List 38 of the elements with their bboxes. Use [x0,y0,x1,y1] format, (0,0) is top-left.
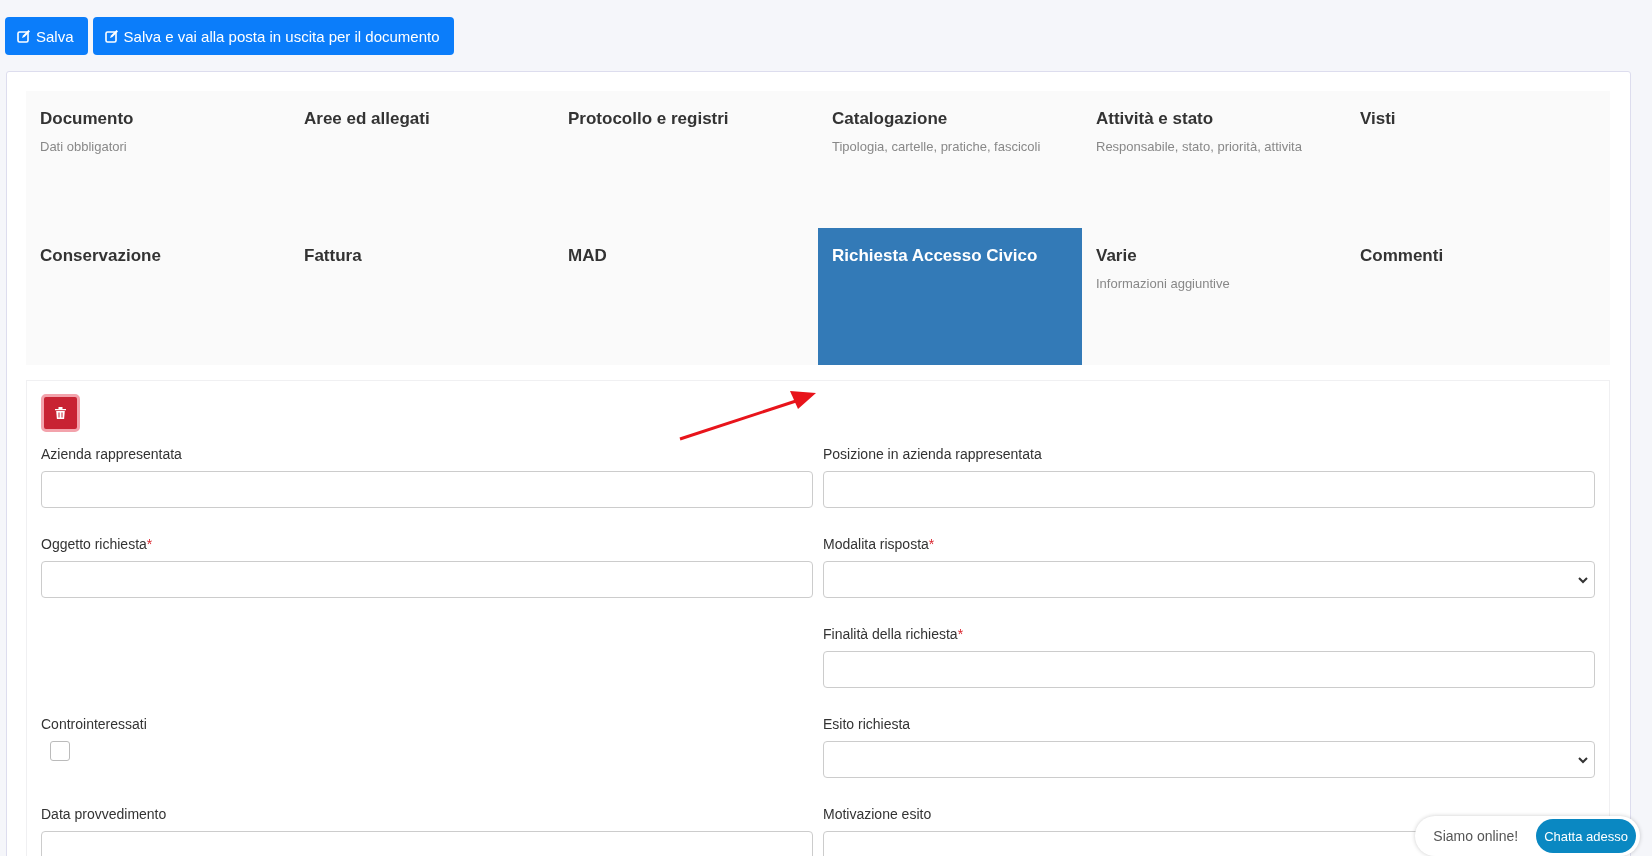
field-label: Posizione in azienda rappresentata [823,446,1043,462]
field-label: Data provvedimento [41,806,168,822]
tab[interactable]: Varie Informazioni aggiuntive [1082,228,1346,365]
trash-icon [55,407,66,419]
tab[interactable]: Attività e stato Responsabile, stato, priorità, attivita [1082,91,1346,228]
save-button[interactable]: Salva [5,17,88,55]
field-label: Oggetto richiesta* [41,536,154,552]
chevron-down-icon [1578,757,1588,764]
field-label: Finalità della richiesta* [823,626,965,642]
select-field[interactable] [823,741,1595,778]
input-field[interactable] [823,471,1595,508]
field-label: Esito richiesta [823,716,912,732]
tab[interactable]: Fattura [290,228,554,365]
input-field[interactable] [823,651,1595,688]
tab[interactable]: Conservazione [26,228,290,365]
chat-status: Siamo online! [1433,828,1519,844]
tab[interactable]: MAD [554,228,818,365]
field-label: Motivazione esito [823,806,933,822]
chevron-down-icon [1578,577,1588,584]
tab[interactable]: Commenti [1346,228,1610,365]
tab[interactable]: Visti [1346,91,1610,228]
tab[interactable]: Protocollo e registri [554,91,818,228]
select-field[interactable] [823,561,1595,598]
edit-icon [104,29,118,43]
field-label: Azienda rappresentata [41,446,183,462]
tab[interactable]: Catalogazione Tipologia, cartelle, pratiche, fascicoli [818,91,1082,228]
tab[interactable]: Aree ed allegati [290,91,554,228]
input-field[interactable] [41,471,813,508]
chat-button[interactable]: Chatta adesso [1536,819,1636,853]
field-label: Controinteressati [41,716,148,732]
input-field[interactable] [41,561,813,598]
checkbox[interactable] [50,741,70,761]
tab[interactable]: Documento Dati obbligatori [26,91,290,228]
delete-button[interactable] [41,394,80,432]
tab[interactable]: Richiesta Accesso Civico [818,228,1082,365]
edit-icon [17,29,30,43]
field-label: Modalita risposta* [823,536,936,552]
save-button[interactable]: Salva e vai alla posta in uscita per il documento [92,17,454,55]
